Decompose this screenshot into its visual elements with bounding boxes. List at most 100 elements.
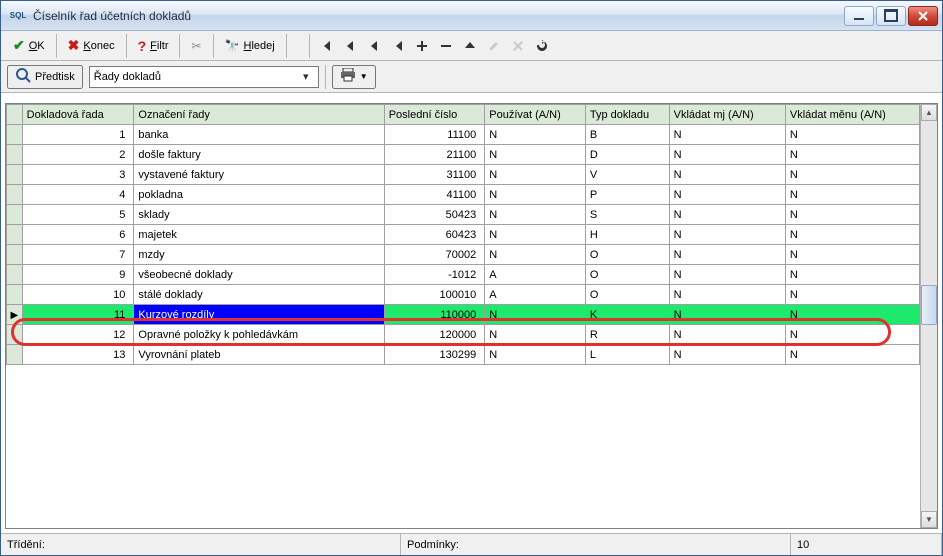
cell-mj[interactable]: N <box>669 285 785 305</box>
cell-pouz[interactable]: A <box>485 265 586 285</box>
cell-mj[interactable]: N <box>669 185 785 205</box>
table-row[interactable]: 7mzdy70002NONN <box>7 245 920 265</box>
cell-mena[interactable]: N <box>785 305 919 325</box>
nav-up-button[interactable] <box>459 35 481 57</box>
cell-typ[interactable]: P <box>585 185 669 205</box>
nav-remove-button[interactable] <box>435 35 457 57</box>
cell-mena[interactable]: N <box>785 145 919 165</box>
cell-ozn[interactable]: sklady <box>134 205 384 225</box>
report-combo[interactable]: Řady dokladů ▾ <box>89 66 319 88</box>
cell-cislo[interactable]: 100010 <box>384 285 485 305</box>
table-row[interactable]: 1banka11100NBNN <box>7 125 920 145</box>
cell-typ[interactable]: V <box>585 165 669 185</box>
cell-rada[interactable]: 2 <box>22 145 134 165</box>
cell-rada[interactable]: 6 <box>22 225 134 245</box>
scissors-button[interactable]: ✂ <box>185 34 207 58</box>
cell-cislo[interactable]: 110000 <box>384 305 485 325</box>
cell-typ[interactable]: B <box>585 125 669 145</box>
cell-rada[interactable]: 13 <box>22 345 134 365</box>
cell-cislo[interactable]: 50423 <box>384 205 485 225</box>
cell-mena[interactable]: N <box>785 325 919 345</box>
cell-cislo[interactable]: 21100 <box>384 145 485 165</box>
col-mj[interactable]: Vkládat mj (A/N) <box>669 105 785 125</box>
cell-cislo[interactable]: 60423 <box>384 225 485 245</box>
cell-rada[interactable]: 4 <box>22 185 134 205</box>
cell-ozn[interactable]: vystavené faktury <box>134 165 384 185</box>
vertical-scrollbar[interactable]: ▲ ▼ <box>920 104 937 528</box>
cell-mj[interactable]: N <box>669 305 785 325</box>
cell-mj[interactable]: N <box>669 245 785 265</box>
nav-prev-button[interactable] <box>339 35 361 57</box>
cell-typ[interactable]: K <box>585 305 669 325</box>
cell-cislo[interactable]: 70002 <box>384 245 485 265</box>
cell-cislo[interactable]: 31100 <box>384 165 485 185</box>
cell-ozn[interactable]: Vyrovnání plateb <box>134 345 384 365</box>
nav-add-button[interactable] <box>411 35 433 57</box>
cell-rada[interactable]: 12 <box>22 325 134 345</box>
cell-typ[interactable]: O <box>585 285 669 305</box>
col-rada[interactable]: Dokladová řada <box>22 105 134 125</box>
close-button[interactable] <box>908 6 938 26</box>
cell-mj[interactable]: N <box>669 125 785 145</box>
cell-mena[interactable]: N <box>785 165 919 185</box>
table-row[interactable]: 10stálé doklady100010AONN <box>7 285 920 305</box>
cell-cislo[interactable]: 120000 <box>384 325 485 345</box>
cell-ozn[interactable]: stálé doklady <box>134 285 384 305</box>
cell-pouz[interactable]: N <box>485 125 586 145</box>
cell-pouz[interactable]: N <box>485 205 586 225</box>
maximize-button[interactable] <box>876 6 906 26</box>
cell-mena[interactable]: N <box>785 285 919 305</box>
col-oznaceni[interactable]: Označení řady <box>134 105 384 125</box>
table-row[interactable]: 5sklady50423NSNN <box>7 205 920 225</box>
cell-mena[interactable]: N <box>785 265 919 285</box>
cell-mj[interactable]: N <box>669 325 785 345</box>
table-row[interactable]: 6majetek60423NHNN <box>7 225 920 245</box>
cell-pouz[interactable]: N <box>485 345 586 365</box>
table-row[interactable]: 2došle faktury21100NDNN <box>7 145 920 165</box>
cell-typ[interactable]: L <box>585 345 669 365</box>
cell-rada[interactable]: 5 <box>22 205 134 225</box>
cell-typ[interactable]: R <box>585 325 669 345</box>
cell-rada[interactable]: 7 <box>22 245 134 265</box>
cell-typ[interactable]: S <box>585 205 669 225</box>
cell-rada[interactable]: 1 <box>22 125 134 145</box>
cell-mena[interactable]: N <box>785 125 919 145</box>
cell-ozn[interactable]: banka <box>134 125 384 145</box>
cell-cislo[interactable]: -1012 <box>384 265 485 285</box>
ok-button[interactable]: ✔ OK <box>7 34 51 58</box>
cell-typ[interactable]: O <box>585 265 669 285</box>
cell-ozn[interactable]: majetek <box>134 225 384 245</box>
cell-pouz[interactable]: N <box>485 185 586 205</box>
cell-ozn[interactable]: pokladna <box>134 185 384 205</box>
hledej-button[interactable]: 🔭 Hledej <box>219 34 281 58</box>
cell-ozn[interactable]: mzdy <box>134 245 384 265</box>
cell-mena[interactable]: N <box>785 205 919 225</box>
print-button[interactable]: ▼ <box>332 65 376 89</box>
cell-rada[interactable]: 11 <box>22 305 134 325</box>
cell-mena[interactable]: N <box>785 185 919 205</box>
cell-mena[interactable]: N <box>785 225 919 245</box>
cell-pouz[interactable]: N <box>485 165 586 185</box>
table-row[interactable]: ▶11Kurzové rozdíly110000NKNN <box>7 305 920 325</box>
cell-ozn[interactable]: došle faktury <box>134 145 384 165</box>
cell-pouz[interactable]: N <box>485 305 586 325</box>
cell-pouz[interactable]: N <box>485 325 586 345</box>
cell-pouz[interactable]: A <box>485 285 586 305</box>
cell-pouz[interactable]: N <box>485 245 586 265</box>
table-row[interactable]: 3vystavené faktury31100NVNN <box>7 165 920 185</box>
cell-mena[interactable]: N <box>785 245 919 265</box>
minimize-button[interactable] <box>844 6 874 26</box>
cell-mj[interactable]: N <box>669 145 785 165</box>
cell-pouz[interactable]: N <box>485 225 586 245</box>
cell-mj[interactable]: N <box>669 205 785 225</box>
nav-refresh-button[interactable] <box>531 35 553 57</box>
table-row[interactable]: 9všeobecné doklady-1012AONN <box>7 265 920 285</box>
cell-typ[interactable]: D <box>585 145 669 165</box>
cell-pouz[interactable]: N <box>485 145 586 165</box>
cell-cislo[interactable]: 41100 <box>384 185 485 205</box>
cell-typ[interactable]: H <box>585 225 669 245</box>
col-mena[interactable]: Vkládat měnu (A/N) <box>785 105 919 125</box>
predtisk-button[interactable]: Předtisk <box>7 65 83 89</box>
cell-mj[interactable]: N <box>669 165 785 185</box>
scroll-down-button[interactable]: ▼ <box>921 511 937 528</box>
